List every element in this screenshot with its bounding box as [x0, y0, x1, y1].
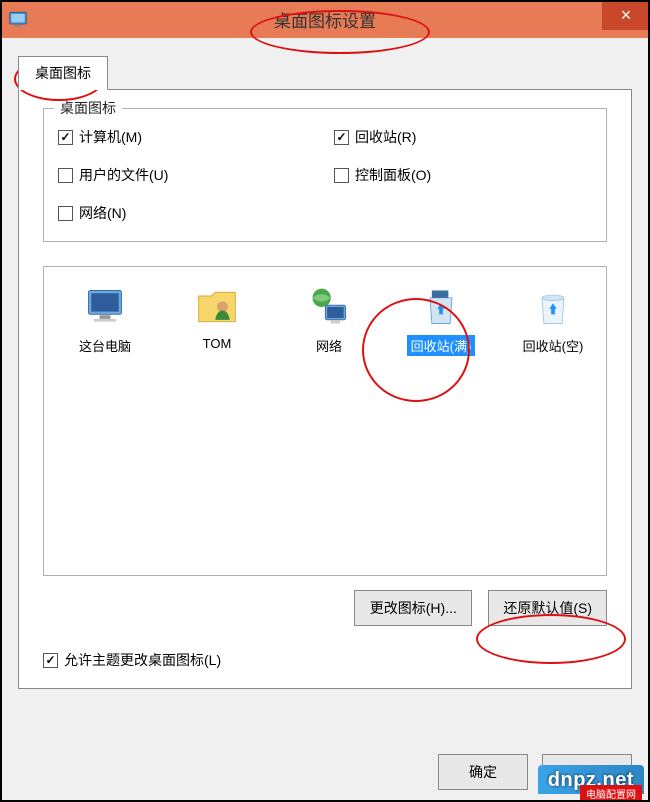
- checkbox-icon: [58, 130, 73, 145]
- checkbox-label: 允许主题更改桌面图标(L): [64, 650, 221, 670]
- desktop-icons-fieldset: 桌面图标 计算机(M) 回收站(R) 用户的文件(U) 控制面板(O): [43, 108, 607, 242]
- window-title: 桌面图标设置: [274, 7, 376, 32]
- recycle-empty-icon: [531, 285, 575, 329]
- checkbox-label: 控制面板(O): [355, 165, 431, 185]
- icon-item-thispc[interactable]: 这台电脑: [62, 281, 148, 360]
- close-icon: ×: [621, 5, 632, 26]
- checkbox-recycle[interactable]: 回收站(R): [334, 127, 592, 147]
- checkbox-label: 用户的文件(U): [79, 165, 168, 185]
- button-label: 确定: [469, 764, 497, 780]
- icon-label: 回收站(满): [407, 335, 476, 356]
- icon-item-recycle-empty[interactable]: 回收站(空): [510, 281, 596, 360]
- checkbox-icon: [334, 168, 349, 183]
- network-icon: [307, 285, 351, 329]
- button-label: 更改图标(H)...: [370, 600, 457, 616]
- tab-label: 桌面图标: [35, 65, 91, 81]
- close-button[interactable]: ×: [602, 0, 650, 30]
- button-label: 还原默认值(S): [503, 600, 592, 616]
- ok-button[interactable]: 确定: [438, 754, 528, 790]
- icon-item-user[interactable]: TOM: [174, 281, 260, 360]
- checkbox-control-panel[interactable]: 控制面板(O): [334, 165, 592, 185]
- checkbox-label: 网络(N): [79, 203, 126, 223]
- computer-icon: [83, 285, 127, 329]
- checkbox-icon: [58, 206, 73, 221]
- user-folder-icon: [195, 285, 239, 329]
- checkbox-network[interactable]: 网络(N): [58, 203, 316, 223]
- tab-strip: 桌面图标: [18, 56, 632, 90]
- checkbox-icon: [43, 653, 58, 668]
- icon-item-recycle-full[interactable]: 回收站(满): [398, 281, 484, 360]
- change-icon-button[interactable]: 更改图标(H)...: [354, 590, 472, 626]
- titlebar: 桌面图标设置 ×: [0, 0, 650, 38]
- tab-panel: 桌面图标 计算机(M) 回收站(R) 用户的文件(U) 控制面板(O): [18, 89, 632, 689]
- allow-theme-checkbox[interactable]: 允许主题更改桌面图标(L): [43, 650, 607, 670]
- tab-desktop-icons[interactable]: 桌面图标: [18, 56, 108, 90]
- icon-label: 网络: [312, 335, 346, 356]
- checkbox-icon: [58, 168, 73, 183]
- content-area: 桌面图标 桌面图标 计算机(M) 回收站(R) 用户的文件(U): [0, 38, 650, 802]
- icon-item-network[interactable]: 网络: [286, 281, 372, 360]
- icon-list: 这台电脑 TOM: [43, 266, 607, 576]
- checkbox-computer[interactable]: 计算机(M): [58, 127, 316, 147]
- icon-label: TOM: [199, 335, 236, 352]
- watermark-sub: 电脑配置网: [580, 785, 642, 802]
- personalization-icon: [8, 9, 28, 29]
- icon-row: 这台电脑 TOM: [54, 281, 596, 360]
- restore-default-button[interactable]: 还原默认值(S): [488, 590, 607, 626]
- icon-label: 回收站(空): [519, 335, 588, 356]
- checkbox-icon: [334, 130, 349, 145]
- fieldset-legend: 桌面图标: [54, 98, 122, 118]
- checkbox-userfiles[interactable]: 用户的文件(U): [58, 165, 316, 185]
- checkbox-grid: 计算机(M) 回收站(R) 用户的文件(U) 控制面板(O) 网络(N): [58, 127, 592, 223]
- checkbox-label: 计算机(M): [79, 127, 142, 147]
- checkbox-label: 回收站(R): [355, 127, 416, 147]
- icon-button-row: 更改图标(H)... 还原默认值(S): [43, 590, 607, 626]
- recycle-full-icon: [419, 285, 463, 329]
- icon-label: 这台电脑: [75, 335, 135, 356]
